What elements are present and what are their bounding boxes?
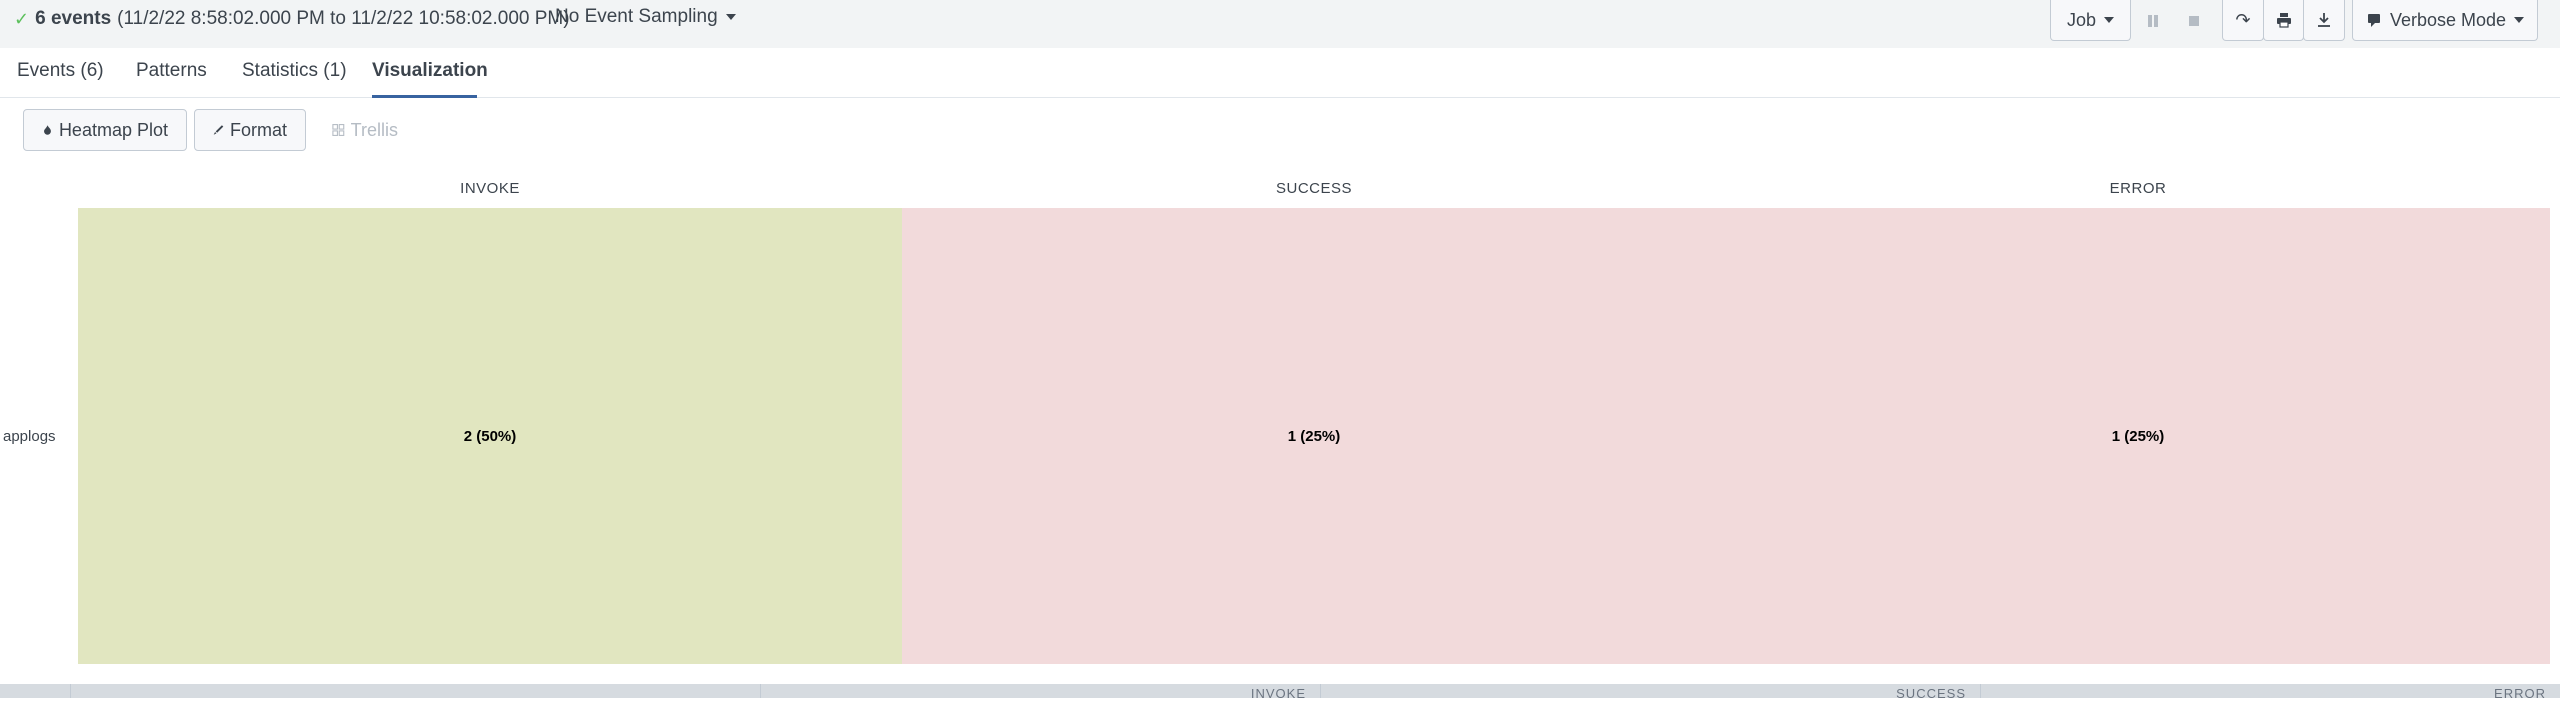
stop-icon (2185, 12, 2203, 30)
heatmap-cell-invoke[interactable]: 2 (50%) (78, 208, 902, 664)
column-header-label: SUCCESS (1896, 686, 1966, 701)
job-menu-label: Job (2066, 9, 2097, 30)
share-button[interactable]: ↷ (2222, 0, 2264, 41)
tab-visualization[interactable]: Visualization (372, 60, 488, 98)
download-icon (2318, 13, 2330, 27)
time-range: (11/2/22 8:58:02.000 PM to 11/2/22 10:58… (117, 8, 570, 29)
column-header-invoke[interactable]: INVOKE (760, 684, 1320, 701)
search-mode-label: Verbose Mode (2389, 9, 2507, 30)
tab-statistics[interactable]: Statistics (1) (242, 60, 347, 98)
column-header-success[interactable]: SUCCESS (1320, 684, 1980, 701)
brush-icon (213, 125, 224, 135)
stop-button[interactable] (2179, 0, 2209, 41)
chart-type-button[interactable]: Heatmap Plot (23, 109, 187, 151)
job-menu-button[interactable]: Job (2050, 0, 2131, 41)
row-label-applogs: applogs (3, 428, 56, 445)
chart-type-label: Heatmap Plot (58, 119, 168, 140)
format-button[interactable]: Format (194, 109, 306, 151)
heatmap-cell-success[interactable]: 1 (25%) (902, 208, 1726, 664)
column-label-success: SUCCESS (1275, 180, 1353, 197)
job-status-bar: ✓ 6 events (11/2/22 8:58:02.000 PM to 11… (0, 0, 2560, 48)
format-label: Format (229, 119, 287, 140)
mode-icon (2367, 14, 2380, 27)
pause-icon (2144, 12, 2162, 30)
share-icon: ↷ (2235, 10, 2251, 30)
column-header-label: INVOKE (1250, 686, 1306, 701)
column-header-label: ERROR (2494, 686, 2546, 701)
tab-events[interactable]: Events (6) (17, 60, 104, 98)
column-label-error: ERROR (2109, 180, 2167, 197)
pause-button[interactable] (2138, 0, 2168, 41)
column-header-blank (70, 684, 760, 698)
results-tabs: Events (6) Patterns Statistics (1) Visua… (0, 48, 2560, 98)
chevron-down-icon (2104, 17, 2115, 23)
cell-value-label: 1 (25%) (1287, 427, 1341, 445)
column-label-invoke: INVOKE (460, 180, 520, 197)
column-header-error[interactable]: ERROR (1980, 684, 2560, 701)
heatmap-cell-error[interactable]: 1 (25%) (1726, 208, 2550, 664)
print-button[interactable] (2263, 0, 2304, 41)
search-mode-menu[interactable]: Verbose Mode (2352, 0, 2538, 41)
tab-patterns[interactable]: Patterns (136, 60, 207, 98)
heatmap-icon (44, 125, 51, 135)
event-sampling-dropdown[interactable]: No Event Sampling (555, 6, 736, 28)
export-button[interactable] (2303, 0, 2345, 41)
event-sampling-label: No Event Sampling (555, 6, 718, 27)
event-summary: ✓ 6 events (11/2/22 8:58:02.000 PM to 11… (14, 8, 570, 30)
event-count: 6 events (35, 8, 112, 29)
cell-value-label: 1 (25%) (2111, 427, 2165, 445)
chevron-down-icon (2514, 17, 2525, 23)
chevron-down-icon (725, 14, 736, 20)
stats-table-header: INVOKE SUCCESS ERROR (0, 684, 2560, 701)
cell-value-label: 2 (50%) (463, 427, 517, 445)
trellis-label: Trellis (350, 119, 398, 140)
print-icon (2276, 13, 2291, 28)
check-icon: ✓ (14, 8, 30, 29)
trellis-icon (332, 124, 345, 136)
trellis-button[interactable]: Trellis (313, 109, 417, 151)
